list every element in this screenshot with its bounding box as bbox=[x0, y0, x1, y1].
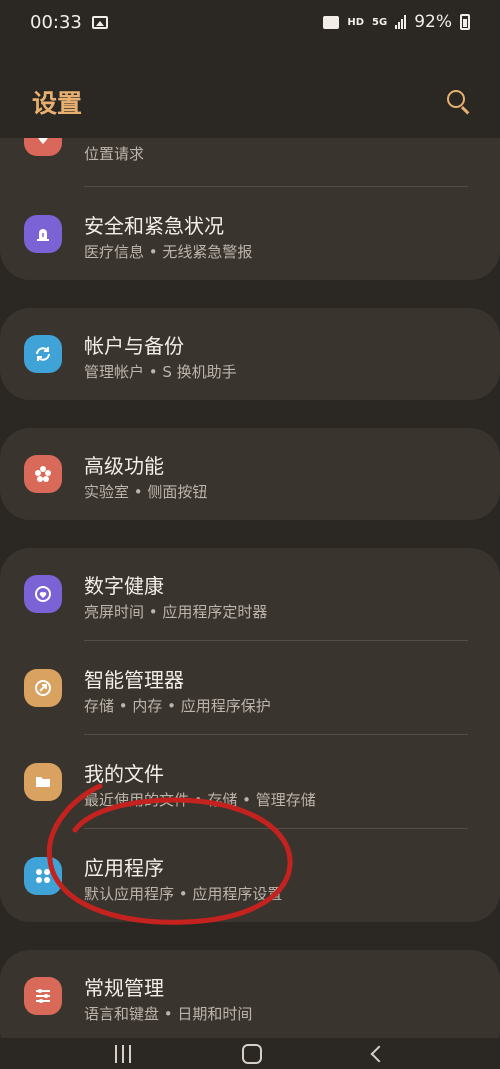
settings-item-subtitle: 位置请求 bbox=[84, 145, 145, 163]
settings-item-subtitle: 实验室 • 侧面按钮 bbox=[84, 483, 208, 501]
page-title: 设置 bbox=[32, 89, 83, 118]
settings-item-title: 我的文件 bbox=[84, 762, 164, 786]
settings-group-accounts: 帐户与备份 管理帐户 • S 换机助手 bbox=[0, 308, 500, 400]
settings-item-my-files[interactable]: 我的文件 最近使用的文件 • 存储 • 管理存储 bbox=[0, 736, 500, 828]
settings-item-title: 智能管理器 bbox=[84, 668, 184, 692]
divider bbox=[84, 828, 468, 829]
settings-item-title: 帐户与备份 bbox=[84, 334, 184, 358]
settings-item-subtitle: 医疗信息 • 无线紧急警报 bbox=[84, 243, 253, 261]
sliders-icon bbox=[24, 977, 62, 1015]
navigation-bar bbox=[0, 1038, 500, 1069]
settings-group-advanced: 高级功能 实验室 • 侧面按钮 bbox=[0, 428, 500, 520]
gallery-notification-icon bbox=[91, 15, 108, 29]
settings-item-title: 高级功能 bbox=[84, 454, 164, 478]
settings-item-title: 常规管理 bbox=[84, 976, 164, 1000]
search-icon[interactable] bbox=[446, 89, 472, 115]
settings-item-device-care[interactable]: 智能管理器 存储 • 内存 • 应用程序保护 bbox=[0, 642, 500, 734]
divider bbox=[84, 640, 468, 641]
sync-icon bbox=[24, 335, 62, 373]
settings-item-apps[interactable]: 应用程序 默认应用程序 • 应用程序设置 bbox=[0, 830, 500, 922]
emergency-alert-icon bbox=[24, 215, 62, 253]
settings-item-title: 数字健康 bbox=[84, 574, 164, 598]
battery-charging-icon bbox=[460, 14, 470, 30]
network-5g-label: 5G bbox=[372, 16, 388, 28]
settings-header: 设置 bbox=[0, 78, 500, 126]
settings-item-location[interactable]: 位置请求 bbox=[0, 138, 500, 190]
settings-group-general: 常规管理 语言和键盘 • 日期和时间 bbox=[0, 950, 500, 1038]
network-hd-label: HD bbox=[347, 16, 365, 28]
settings-item-title: 应用程序 bbox=[84, 856, 164, 880]
status-bar: 00:33 HD 5G 92% bbox=[0, 0, 500, 44]
status-right: HD 5G 92% bbox=[323, 12, 470, 32]
apps-grid-icon bbox=[24, 857, 62, 895]
settings-item-digital-wellbeing[interactable]: 数字健康 亮屏时间 • 应用程序定时器 bbox=[0, 548, 500, 640]
status-left: 00:33 bbox=[30, 12, 108, 33]
recent-apps-icon[interactable] bbox=[115, 1044, 132, 1063]
settings-item-general-management[interactable]: 常规管理 语言和键盘 • 日期和时间 bbox=[0, 950, 500, 1038]
settings-item-subtitle: 存储 • 内存 • 应用程序保护 bbox=[84, 697, 271, 715]
settings-item-subtitle: 语言和键盘 • 日期和时间 bbox=[84, 1005, 253, 1023]
settings-list[interactable]: 位置请求 安全和紧急状况 医疗信息 • 无线紧急警报 帐户与备份 管理帐户 • … bbox=[0, 138, 500, 1038]
back-icon[interactable] bbox=[370, 1045, 388, 1062]
signal-strength-icon bbox=[395, 15, 407, 29]
divider bbox=[84, 186, 468, 187]
settings-item-subtitle: 最近使用的文件 • 存储 • 管理存储 bbox=[84, 791, 316, 809]
gear-flower-icon bbox=[24, 455, 62, 493]
location-pin-icon bbox=[24, 138, 62, 156]
battery-percentage: 92% bbox=[414, 12, 452, 32]
settings-item-safety[interactable]: 安全和紧急状况 医疗信息 • 无线紧急警报 bbox=[0, 188, 500, 280]
digital-wellbeing-icon bbox=[24, 575, 62, 613]
device-care-icon bbox=[24, 669, 62, 707]
status-time: 00:33 bbox=[30, 11, 82, 33]
home-icon[interactable] bbox=[241, 1043, 262, 1064]
settings-item-subtitle: 默认应用程序 • 应用程序设置 bbox=[84, 885, 283, 903]
divider bbox=[84, 734, 468, 735]
settings-item-accounts-backup[interactable]: 帐户与备份 管理帐户 • S 换机助手 bbox=[0, 308, 500, 400]
message-notification-icon bbox=[323, 15, 340, 29]
settings-group-device: 数字健康 亮屏时间 • 应用程序定时器 智能管理器 存储 • 内存 • 应用程序… bbox=[0, 548, 500, 922]
settings-item-subtitle: 亮屏时间 • 应用程序定时器 bbox=[84, 603, 268, 621]
settings-item-subtitle: 管理帐户 • S 换机助手 bbox=[84, 363, 237, 381]
settings-item-title: 安全和紧急状况 bbox=[84, 214, 224, 238]
folder-icon bbox=[24, 763, 62, 801]
settings-group-privacy: 位置请求 安全和紧急状况 医疗信息 • 无线紧急警报 bbox=[0, 138, 500, 280]
settings-item-advanced-features[interactable]: 高级功能 实验室 • 侧面按钮 bbox=[0, 428, 500, 520]
